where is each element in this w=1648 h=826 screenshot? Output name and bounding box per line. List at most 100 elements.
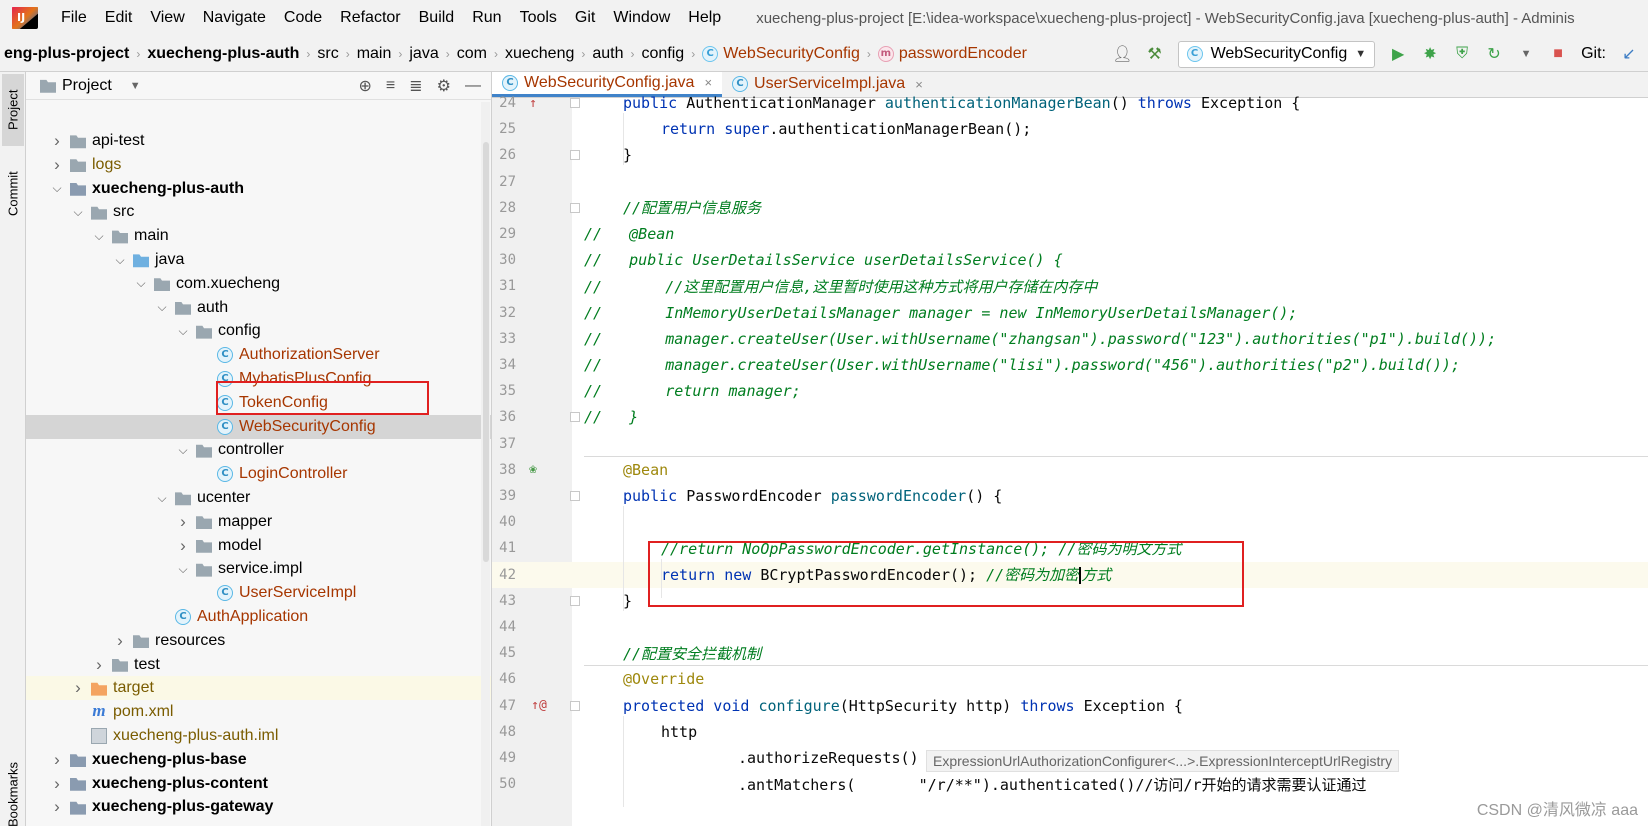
bean-icon[interactable]: ❀ (524, 462, 542, 477)
tree-item[interactable]: › target (26, 676, 491, 701)
code-line[interactable]: 39 public PasswordEncoder passwordEncoder… (492, 483, 1648, 509)
chevron-right-icon[interactable]: › (92, 655, 106, 675)
gear-icon[interactable]: ⚙ (437, 76, 451, 96)
tree-item[interactable]: › test (26, 653, 491, 677)
breadcrumb-item[interactable]: xuecheng-plus-auth (143, 45, 303, 63)
tree-item[interactable]: ⌵ config (26, 319, 491, 343)
tree-item[interactable]: C WebSecurityConfig (26, 414, 491, 439)
chevron-right-icon[interactable]: › (50, 750, 64, 770)
chevron-down-icon[interactable]: ⌵ (155, 300, 169, 315)
code-line[interactable]: 25 return super.authenticationManagerBean… (492, 116, 1648, 142)
tool-tab-project[interactable]: Project (2, 74, 24, 146)
chevron-down-icon[interactable]: ⌵ (176, 324, 190, 339)
code-line[interactable]: 41 //return NoOpPasswordEncoder.getInstan… (492, 535, 1648, 561)
override-method-icon[interactable]: ↑ (524, 96, 542, 111)
tree-item[interactable]: › xuecheng-plus-gateway (26, 795, 491, 819)
code-line[interactable]: 43} (492, 588, 1648, 614)
tree-item[interactable]: C UserServiceImpl (26, 581, 491, 605)
code-line[interactable]: 46 @Override (492, 666, 1648, 692)
chevron-right-icon[interactable]: › (50, 155, 64, 175)
tree-item[interactable]: ⌵ main (26, 224, 491, 248)
tree-item[interactable]: › logs (26, 153, 491, 177)
tree-item[interactable]: ⌵ java (26, 248, 491, 272)
fold-marker-icon[interactable] (570, 412, 580, 423)
project-panel-title[interactable]: Project (62, 77, 112, 95)
chevron-down-icon[interactable]: ⌵ (176, 443, 190, 458)
code-line[interactable]: 32 // InMemoryUserDetailsManager manager … (492, 300, 1648, 326)
chevron-down-icon[interactable]: ⌵ (134, 276, 148, 291)
code-line[interactable]: 35 // return manager; (492, 378, 1648, 404)
chevron-right-icon[interactable]: › (50, 797, 64, 817)
debug-icon[interactable]: ✸ (1421, 45, 1439, 63)
tree-item[interactable]: › resources (26, 629, 491, 653)
menu-file[interactable]: File (52, 9, 96, 27)
fold-marker-icon[interactable] (570, 700, 580, 711)
fold-marker-icon[interactable] (570, 202, 580, 213)
chevron-down-icon[interactable]: ▼ (130, 80, 141, 92)
code-line[interactable]: 45 //配置安全拦截机制 (492, 640, 1648, 666)
breadcrumb-item[interactable]: main (353, 45, 396, 63)
code-line[interactable]: 34 // manager.createUser(User.withUsernam… (492, 352, 1648, 378)
breadcrumb-item[interactable]: com (453, 45, 491, 63)
menu-edit[interactable]: Edit (96, 9, 142, 27)
tree-item[interactable]: C AuthApplication (26, 605, 491, 629)
code-line[interactable]: 31 // //这里配置用户信息,这里暂时使用这种方式将用户存储在内存中 (492, 273, 1648, 299)
more-run-options-icon[interactable]: ▼ (1517, 45, 1535, 63)
fold-marker-icon[interactable] (570, 98, 580, 108)
breadcrumb-item[interactable]: m passwordEncoder (874, 45, 1031, 63)
tree-item[interactable]: ⌵ service.impl (26, 557, 491, 581)
run-configuration-select[interactable]: C WebSecurityConfig ▼ (1177, 40, 1376, 68)
code-line[interactable]: 44 (492, 614, 1648, 640)
chevron-right-icon[interactable]: › (113, 631, 127, 651)
tree-item[interactable]: ⌵ auth (26, 296, 491, 320)
code-line[interactable]: 30 // public UserDetailsService userDetai… (492, 247, 1648, 273)
tree-item[interactable]: ⌵ ucenter (26, 486, 491, 510)
chevron-right-icon[interactable]: › (71, 678, 85, 698)
code-line[interactable]: 33 // manager.createUser(User.withUsernam… (492, 326, 1648, 352)
code-line[interactable]: 42 return new BCryptPasswordEncoder(); //… (492, 561, 1648, 588)
git-update-icon[interactable]: ↙ (1620, 45, 1638, 63)
chevron-right-icon[interactable]: › (50, 131, 64, 151)
locate-file-icon[interactable]: ⊕ (359, 76, 372, 96)
menu-help[interactable]: Help (679, 9, 730, 27)
breadcrumb-item[interactable]: eng-plus-project (0, 45, 133, 63)
code-line[interactable]: 29 // @Bean (492, 221, 1648, 247)
code-area[interactable]: 24 ↑ public AuthenticationManager authenti… (492, 94, 1648, 826)
code-line[interactable]: 37 (492, 431, 1648, 457)
tree-item[interactable]: › mapper (26, 510, 491, 534)
code-line[interactable]: 47 ↑@ protected void configure(HttpSecurit… (492, 693, 1648, 719)
collapse-all-icon[interactable]: ≣ (409, 76, 422, 96)
menu-git[interactable]: Git (566, 9, 604, 27)
build-hammer-icon[interactable]: ⚒ (1146, 45, 1164, 63)
breadcrumb-item[interactable]: auth (588, 45, 627, 63)
menu-window[interactable]: Window (604, 9, 679, 27)
fold-marker-icon[interactable] (570, 491, 580, 501)
tree-item[interactable]: ⌵ com.xuecheng (26, 272, 491, 296)
tree-item[interactable]: › xuecheng-plus-content (26, 772, 491, 796)
project-tree-scrollbar[interactable] (481, 102, 490, 826)
run-icon[interactable]: ▶ (1389, 45, 1407, 63)
breadcrumb-item[interactable]: config (638, 45, 689, 63)
tree-item[interactable]: C LoginController (26, 462, 491, 486)
tree-item[interactable]: ⌵ src (26, 200, 491, 224)
expand-all-icon[interactable]: ≡ (386, 77, 395, 95)
breadcrumb-item[interactable]: C WebSecurityConfig (698, 45, 864, 63)
code-line[interactable]: 24 ↑ public AuthenticationManager authenti… (492, 90, 1648, 116)
user-icon[interactable]: 👤︎ (1112, 45, 1132, 63)
tree-item[interactable]: › model (26, 534, 491, 558)
breadcrumb-item[interactable]: src (313, 45, 342, 63)
code-line[interactable]: 27 (492, 169, 1648, 195)
chevron-right-icon[interactable]: › (176, 536, 190, 556)
code-line[interactable]: 50 .antMatchers( "/r/**").authenticated()… (492, 771, 1648, 797)
coverage-icon[interactable]: ⛨ (1453, 45, 1471, 63)
code-line[interactable]: 38 ❀ @Bean (492, 457, 1648, 483)
fold-marker-icon[interactable] (570, 595, 580, 606)
code-line[interactable]: 48 http (492, 719, 1648, 745)
tree-item[interactable]: C TokenConfig (26, 391, 491, 415)
tree-item[interactable]: m pom.xml (26, 700, 491, 724)
tool-tab-bookmarks[interactable]: Bookmarks (2, 761, 24, 826)
menu-build[interactable]: Build (410, 9, 464, 27)
fold-marker-icon[interactable] (570, 150, 580, 161)
tree-item[interactable]: xuecheng-plus-auth.iml (26, 724, 491, 748)
breadcrumb-item[interactable]: xuecheng (501, 45, 578, 63)
